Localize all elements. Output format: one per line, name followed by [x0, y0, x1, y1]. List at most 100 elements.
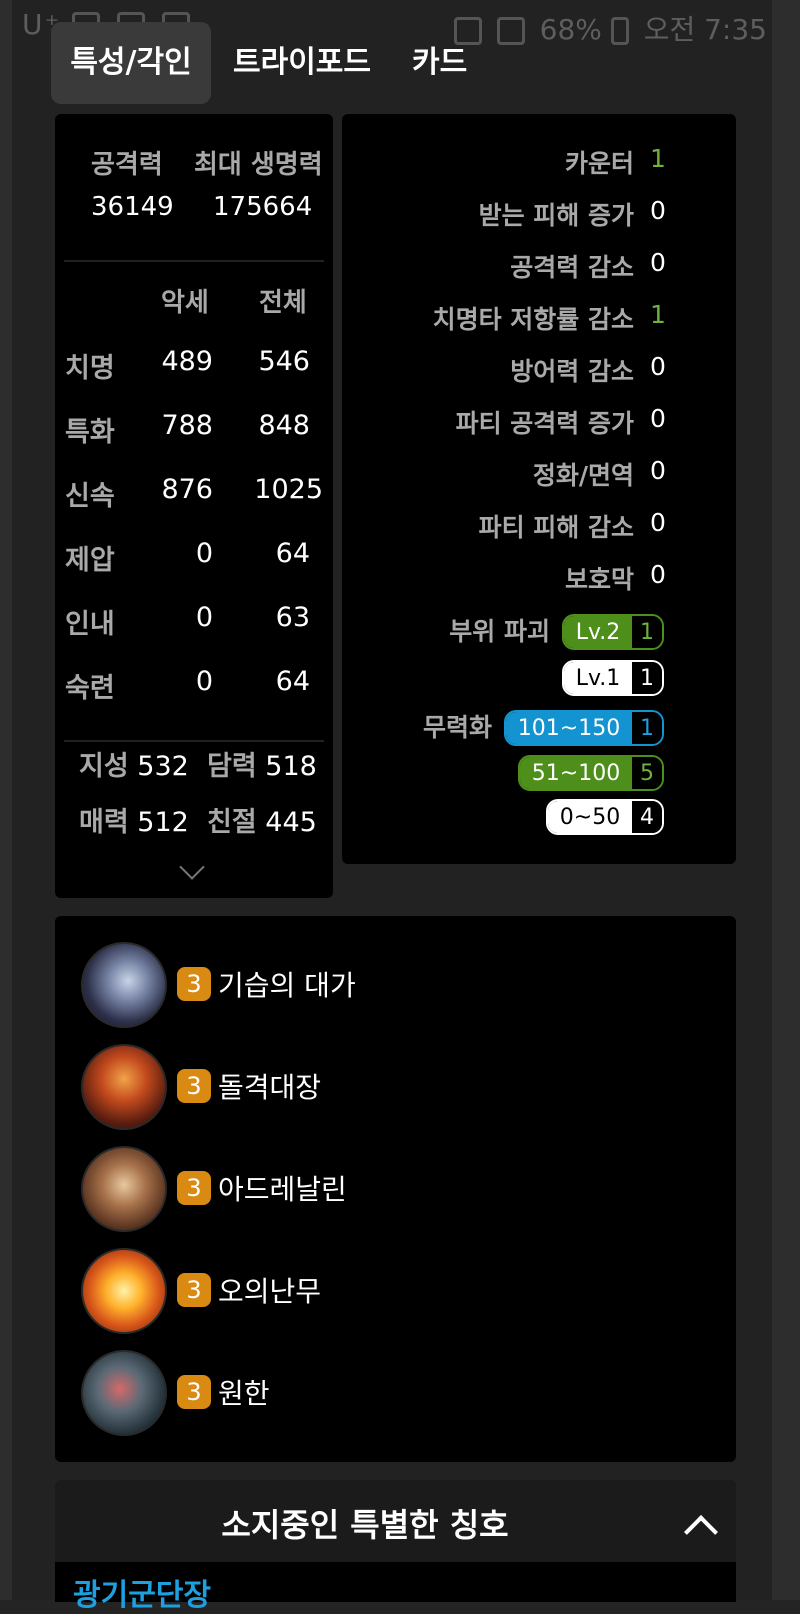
synergy-value: 1 — [650, 144, 666, 173]
stagger-range: 51~100 — [520, 757, 632, 789]
stat-gear-value: 0 — [195, 602, 213, 633]
attribute-value: 532 — [137, 751, 189, 782]
engraving-item[interactable]: 3 돌격대장 — [81, 1044, 581, 1130]
stat-total-value: 64 — [275, 666, 310, 697]
special-titles-header: 소지중인 특별한 칭호 — [221, 1506, 509, 1544]
stat-gear-value: 489 — [161, 346, 213, 377]
grudge-icon — [81, 1350, 167, 1436]
part-break-level: Lv.2 — [564, 616, 632, 648]
tab-cards[interactable]: 카드 — [412, 22, 492, 104]
synergy-label-damage-taken: 받는 피해 증가 — [478, 201, 634, 230]
synergy-panel: 카운터 1 받는 피해 증가 0 공격력 감소 0 치명타 저항률 감소 1 방… — [342, 114, 736, 864]
total-column-header: 전체 — [259, 288, 307, 318]
synergy-label-party-damage-reduction: 파티 피해 감소 — [478, 513, 634, 542]
tab-tripods[interactable]: 트라이포드 — [233, 22, 393, 104]
clock: 오전 7:35 — [643, 13, 767, 46]
synergy-value: 0 — [650, 508, 666, 537]
part-break-count: 1 — [632, 662, 662, 694]
max-hp-value: 175664 — [213, 192, 313, 222]
attribute-kindness: 친절 445 — [207, 800, 317, 839]
synergy-value: 0 — [650, 352, 666, 381]
attribute-charisma: 매력 512 — [79, 800, 189, 839]
synergy-value: 0 — [650, 196, 666, 225]
part-break-level: Lv.1 — [564, 662, 632, 694]
gear-column-header: 악세 — [161, 288, 209, 318]
engraving-item[interactable]: 3 기습의 대가 — [81, 942, 581, 1028]
engraving-level-badge: 3 — [177, 1273, 211, 1307]
stagger-count: 1 — [632, 712, 662, 744]
stat-gear-value: 876 — [161, 474, 213, 505]
attack-label: 공격력 — [91, 150, 163, 180]
engraving-item[interactable]: 3 원한 — [81, 1350, 581, 1436]
part-break-badge: Lv.1 1 — [562, 660, 664, 696]
battery-icon — [610, 17, 629, 45]
engraving-item[interactable]: 3 오의난무 — [81, 1248, 581, 1334]
status-right: 68% 오전 7:35 — [453, 8, 767, 48]
stagger-range: 0~50 — [548, 801, 632, 833]
attribute-value: 445 — [265, 807, 317, 838]
stat-total-value: 64 — [275, 538, 310, 569]
part-break-label: 부위 파괴 — [449, 617, 550, 646]
synergy-label-party-attack: 파티 공격력 증가 — [455, 409, 634, 438]
engravings-panel: 3 기습의 대가 3 돌격대장 3 아드레날린 3 오의난무 3 원한 — [55, 916, 736, 1462]
stagger-badge: 101~150 1 — [504, 710, 664, 746]
attribute-courage: 담력 518 — [207, 744, 317, 783]
stat-label-expertise: 숙련 — [65, 673, 115, 704]
engraving-name: 아드레날린 — [218, 1173, 347, 1206]
synergy-value: 0 — [650, 404, 666, 433]
left-bezel — [0, 0, 12, 1600]
raid-captain-icon — [81, 1044, 167, 1130]
engraving-name: 돌격대장 — [218, 1071, 322, 1104]
expand-chevron-icon[interactable] — [179, 854, 205, 880]
engraving-level-badge: 3 — [177, 1069, 211, 1103]
esoteric-flurry-icon — [81, 1248, 167, 1334]
stat-gear-value: 0 — [195, 666, 213, 697]
special-title-item: 광기군단장 — [55, 1562, 736, 1613]
engraving-level-badge: 3 — [177, 1375, 211, 1409]
engraving-name: 오의난무 — [218, 1275, 322, 1308]
stat-total-value: 546 — [258, 346, 310, 377]
right-bezel — [772, 0, 800, 1600]
attribute-label: 친절 — [207, 807, 257, 838]
stat-label-swiftness: 신속 — [65, 481, 115, 512]
synergy-label-crit-resist: 치명타 저항률 감소 — [432, 305, 634, 334]
synergy-label-attack-reduction: 공격력 감소 — [510, 253, 634, 282]
attribute-label: 매력 — [79, 807, 129, 838]
battery-level: 68% — [539, 13, 602, 46]
stagger-range: 101~150 — [506, 712, 632, 744]
stagger-badge: 51~100 5 — [518, 755, 664, 791]
stat-total-value: 848 — [258, 410, 310, 441]
collapse-chevron-icon[interactable] — [684, 1515, 718, 1549]
ambush-master-icon — [81, 942, 167, 1028]
engraving-level-badge: 3 — [177, 1171, 211, 1205]
stats-divider — [64, 260, 324, 262]
stats-panel: 공격력 최대 생명력 36149 175664 악세 전체 치명 489 546… — [55, 114, 333, 898]
attribute-label: 담력 — [207, 751, 257, 782]
stat-gear-value: 0 — [195, 538, 213, 569]
stagger-label: 무력화 — [422, 713, 492, 742]
max-hp-label: 최대 생명력 — [194, 150, 323, 180]
synergy-value: 0 — [650, 248, 666, 277]
attribute-intellect: 지성 532 — [79, 744, 189, 783]
synergy-label-cleanse: 정화/면역 — [532, 461, 634, 490]
special-title-name: 광기군단장 — [73, 1578, 211, 1613]
part-break-count: 1 — [632, 616, 662, 648]
engraving-item[interactable]: 3 아드레날린 — [81, 1146, 581, 1232]
stat-label-endurance: 인내 — [65, 609, 115, 640]
engraving-name: 기습의 대가 — [218, 969, 356, 1002]
stat-gear-value: 788 — [161, 410, 213, 441]
stat-label-specialization: 특화 — [65, 417, 115, 448]
stats-divider — [64, 740, 324, 742]
stat-total-value: 1025 — [254, 474, 323, 505]
stagger-count: 5 — [632, 757, 662, 789]
stat-total-value: 63 — [275, 602, 310, 633]
part-break-badge: Lv.2 1 — [562, 614, 664, 650]
stat-label-domination: 제압 — [65, 545, 115, 576]
synergy-value: 1 — [650, 300, 666, 329]
attribute-value: 518 — [265, 751, 317, 782]
synergy-label-counter: 카운터 — [564, 149, 634, 178]
tab-engravings[interactable]: 특성/각인 — [51, 22, 211, 104]
synergy-value: 0 — [650, 560, 666, 589]
engraving-name: 원한 — [218, 1377, 270, 1410]
stagger-count: 4 — [632, 801, 662, 833]
